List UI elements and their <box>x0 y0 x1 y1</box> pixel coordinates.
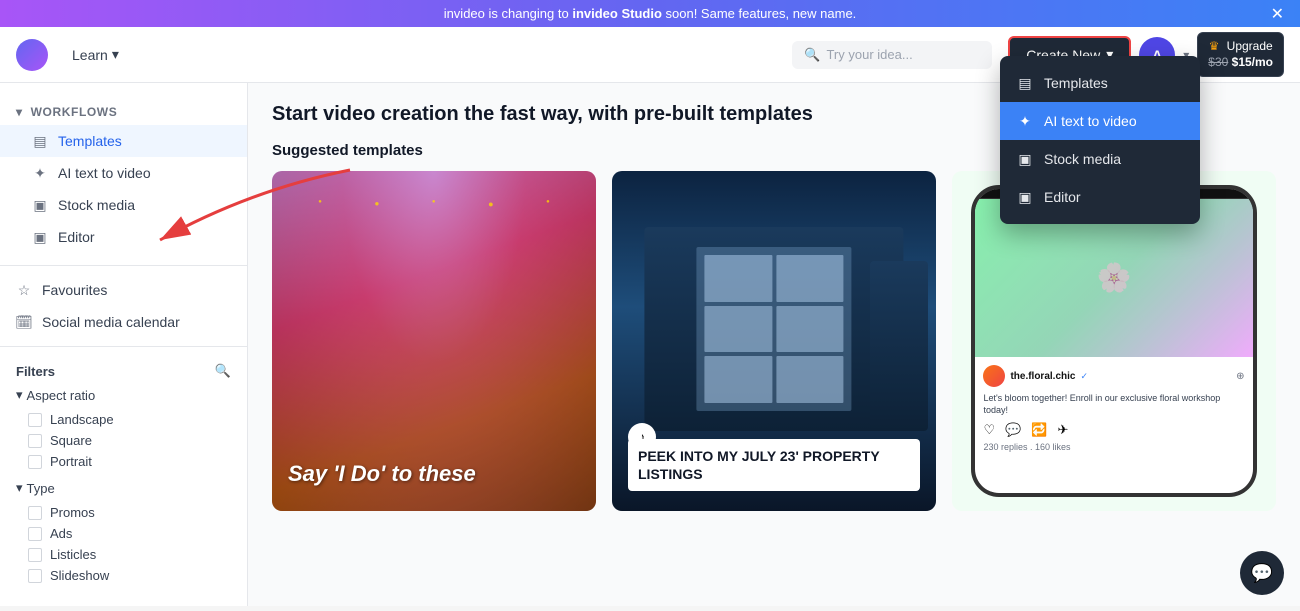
card-image: ● ● ● ● ● <box>292 191 576 491</box>
ai-icon: ✦ <box>1016 112 1034 130</box>
chat-button[interactable]: 💬 <box>1240 551 1284 595</box>
workflows-section: ▾ Workflows ▤ Templates ✦ AI text to vid… <box>0 95 247 257</box>
card-text-container: Say 'I Do' to these <box>288 461 580 495</box>
filters-header: Filters 🔍 <box>16 363 231 379</box>
templates-icon: ▤ <box>1016 74 1034 92</box>
filters-section: Filters 🔍 ▾ Aspect ratio Landscape Squar… <box>0 355 247 602</box>
logo[interactable] <box>16 39 48 71</box>
filter-option-landscape[interactable]: Landscape <box>16 409 231 430</box>
announcement-banner: invideo is changing to invideo Studio so… <box>0 0 1300 27</box>
post-profile-row: the.floral.chic ✓ ⊕ <box>983 365 1244 387</box>
banner-close-button[interactable]: ✕ <box>1271 4 1284 24</box>
templates-icon: ▤ <box>32 133 48 149</box>
filter-option-promos[interactable]: Promos <box>16 502 231 523</box>
learn-menu[interactable]: Learn ▾ <box>72 46 119 63</box>
flower-icon: 🌸 <box>1097 261 1132 294</box>
create-new-dropdown: ▤ Templates ✦ AI text to video ▣ Stock m… <box>1000 56 1200 224</box>
phone-frame: 🌸 the.floral.chic ✓ ⊕ Let's bloom to <box>971 185 1256 498</box>
learn-label: Learn <box>72 47 108 63</box>
threads-icon: ⊕ <box>1236 371 1244 382</box>
building-windows <box>696 247 852 410</box>
repost-icon: 🔁 <box>1031 422 1047 438</box>
profile-avatar <box>983 365 1005 387</box>
card-title-2: PEEK INTO MY JULY 23' PROPERTY LISTINGS <box>638 447 910 483</box>
ads-checkbox[interactable] <box>28 527 42 541</box>
sidebar-item-social-media-calendar[interactable]: 🗓 Social media calendar <box>0 306 247 338</box>
card-overlay: ● ● ● ● ● Say 'I Do' to these <box>272 171 596 511</box>
dropdown-item-templates[interactable]: ▤ Templates <box>1000 64 1200 102</box>
sidebar: ▾ Workflows ▤ Templates ✦ AI text to vid… <box>0 83 248 606</box>
upgrade-button[interactable]: ♛ Upgrade $30 $15/mo <box>1197 32 1284 77</box>
sidebar-item-templates[interactable]: ▤ Templates <box>0 125 247 157</box>
sidebar-item-ai-text-to-video[interactable]: ✦ AI text to video <box>0 157 247 189</box>
search-icon[interactable]: 🔍 <box>215 363 231 379</box>
type-toggle[interactable]: ▾ Type <box>16 480 231 496</box>
aspect-ratio-toggle[interactable]: ▾ Aspect ratio <box>16 387 231 403</box>
building <box>644 227 903 431</box>
property-caption: PEEK INTO MY JULY 23' PROPERTY LISTINGS <box>628 439 920 491</box>
filter-option-square[interactable]: Square <box>16 430 231 451</box>
promos-checkbox[interactable] <box>28 506 42 520</box>
search-bar[interactable]: 🔍 Try your idea... <box>792 41 992 69</box>
building-right <box>870 261 928 431</box>
sidebar-item-favourites[interactable]: ☆ Favourites <box>0 274 247 306</box>
post-stats: 230 replies . 160 likes <box>983 442 1244 452</box>
heart-icon: ♡ <box>983 422 995 438</box>
username: the.floral.chic <box>1010 371 1075 382</box>
logo-icon <box>16 39 48 71</box>
search-placeholder: Try your idea... <box>826 47 912 62</box>
post-actions: ♡ 💬 🔁 ✈ <box>983 422 1244 438</box>
share-icon: ✈ <box>1057 422 1068 438</box>
dropdown-item-stock-media[interactable]: ▣ Stock media <box>1000 140 1200 178</box>
stock-media-icon: ▣ <box>32 197 48 213</box>
filter-option-listicles[interactable]: Listicles <box>16 544 231 565</box>
chevron-down-icon: ▾ <box>16 480 23 496</box>
banner-text: invideo is changing to invideo Studio so… <box>444 6 857 21</box>
sidebar-divider-2 <box>0 346 247 347</box>
sidebar-divider <box>0 265 247 266</box>
card-title: Say 'I Do' to these <box>288 461 580 487</box>
portrait-checkbox[interactable] <box>28 455 42 469</box>
chevron-down-icon: ▾ <box>112 46 119 63</box>
editor-icon: ▣ <box>32 229 48 245</box>
template-card-property[interactable]: ♪ PEEK INTO MY JULY 23' PROPERTY LISTING… <box>612 171 936 511</box>
ai-icon: ✦ <box>32 165 48 181</box>
aspect-ratio-filter: ▾ Aspect ratio Landscape Square Portrait <box>16 387 231 472</box>
slideshow-checkbox[interactable] <box>28 569 42 583</box>
post-content: the.floral.chic ✓ ⊕ Let's bloom together… <box>975 357 1252 460</box>
dropdown-item-editor[interactable]: ▣ Editor <box>1000 178 1200 216</box>
template-card-wedding[interactable]: ● ● ● ● ● Say 'I Do' to these <box>272 171 596 511</box>
type-filter: ▾ Type Promos Ads Listicles Slides <box>16 480 231 586</box>
filter-option-slideshow[interactable]: Slideshow <box>16 565 231 586</box>
editor-icon: ▣ <box>1016 188 1034 206</box>
chat-icon: 💬 <box>1251 563 1273 584</box>
filter-option-ads[interactable]: Ads <box>16 523 231 544</box>
crown-icon: ♛ <box>1209 39 1220 53</box>
search-icon: 🔍 <box>804 47 820 63</box>
sidebar-item-stock-media[interactable]: ▣ Stock media <box>0 189 247 221</box>
card-overlay-2: ♪ PEEK INTO MY JULY 23' PROPERTY LISTING… <box>612 171 936 511</box>
square-checkbox[interactable] <box>28 434 42 448</box>
chevron-down-icon: ▾ <box>16 387 23 403</box>
listicles-checkbox[interactable] <box>28 548 42 562</box>
sidebar-item-editor[interactable]: ▣ Editor <box>0 221 247 253</box>
calendar-icon: 🗓 <box>16 314 32 330</box>
landscape-checkbox[interactable] <box>28 413 42 427</box>
dropdown-item-ai-text-to-video[interactable]: ✦ AI text to video <box>1000 102 1200 140</box>
post-caption: Let's bloom together! Enroll in our excl… <box>983 392 1244 416</box>
workflows-header[interactable]: ▾ Workflows <box>0 99 247 125</box>
chevron-down-icon: ▾ <box>16 105 23 119</box>
filter-option-portrait[interactable]: Portrait <box>16 451 231 472</box>
lights-decoration: ● ● ● ● ● <box>292 199 576 209</box>
stock-media-icon: ▣ <box>1016 150 1034 168</box>
star-icon: ☆ <box>16 282 32 298</box>
phone-screen: 🌸 the.floral.chic ✓ ⊕ Let's bloom to <box>975 189 1252 494</box>
comment-icon: 💬 <box>1005 422 1021 438</box>
verified-icon: ✓ <box>1080 371 1088 382</box>
